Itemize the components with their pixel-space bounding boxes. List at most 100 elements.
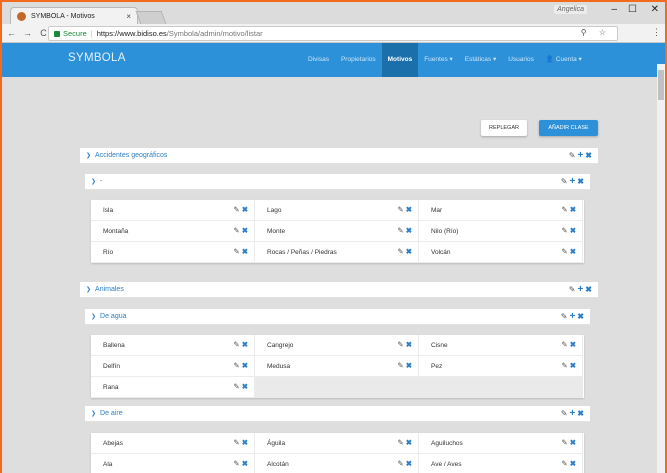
delete-icon[interactable]: ✖ [585, 285, 592, 294]
subgroup-header[interactable]: ❯ De aire ✎ + ✖ [85, 406, 590, 422]
edit-icon[interactable]: ✎ [397, 460, 403, 468]
list-item[interactable]: Águila ✎ ✖ [255, 433, 419, 454]
delete-icon[interactable]: ✖ [242, 227, 248, 235]
edit-icon[interactable]: ✎ [397, 341, 403, 349]
edit-icon[interactable]: ✎ [561, 362, 567, 370]
delete-icon[interactable]: ✖ [406, 439, 412, 447]
delete-icon[interactable]: ✖ [570, 341, 576, 349]
delete-icon[interactable]: ✖ [242, 248, 248, 256]
tab-close-icon[interactable]: × [126, 12, 131, 21]
edit-icon[interactable]: ✎ [561, 409, 568, 418]
list-item[interactable]: Ballena ✎ ✖ [91, 335, 255, 356]
list-item[interactable]: Aguiluchos ✎ ✖ [419, 433, 583, 454]
chevron-down-icon[interactable]: ❯ [86, 152, 91, 159]
chevron-down-icon[interactable]: ❯ [91, 313, 96, 320]
list-item[interactable]: Mar ✎ ✖ [419, 200, 583, 221]
delete-icon[interactable]: ✖ [242, 460, 248, 468]
add-icon[interactable]: + [569, 176, 575, 186]
list-item[interactable]: Lago ✎ ✖ [255, 200, 419, 221]
list-item[interactable]: Ave / Aves ✎ ✖ [419, 454, 583, 473]
delete-icon[interactable]: ✖ [242, 439, 248, 447]
edit-icon[interactable]: ✎ [397, 248, 403, 256]
delete-icon[interactable]: ✖ [570, 248, 576, 256]
edit-icon[interactable]: ✎ [397, 362, 403, 370]
new-tab-button[interactable] [135, 11, 167, 24]
edit-icon[interactable]: ✎ [233, 362, 239, 370]
forward-arrow-icon[interactable]: → [21, 28, 34, 38]
delete-icon[interactable]: ✖ [570, 439, 576, 447]
browser-tab[interactable]: SYMBOLA - Motivos × [10, 7, 138, 24]
group-header[interactable]: ❯ Animales ✎ + ✖ [80, 282, 598, 298]
back-arrow-icon[interactable]: ← [5, 28, 18, 38]
delete-icon[interactable]: ✖ [570, 460, 576, 468]
edit-icon[interactable]: ✎ [561, 227, 567, 235]
edit-icon[interactable]: ✎ [561, 312, 568, 321]
replegar-button[interactable]: REPLEGAR [481, 120, 527, 136]
nav-link[interactable]: Motivos [381, 43, 419, 77]
delete-icon[interactable]: ✖ [406, 341, 412, 349]
add-icon[interactable]: + [577, 150, 583, 160]
list-item[interactable]: Medusa ✎ ✖ [255, 356, 419, 377]
edit-icon[interactable]: ✎ [561, 341, 567, 349]
chevron-down-icon[interactable]: ❯ [91, 410, 96, 417]
delete-icon[interactable]: ✖ [577, 409, 584, 418]
delete-icon[interactable]: ✖ [242, 341, 248, 349]
add-icon[interactable]: + [577, 284, 583, 294]
delete-icon[interactable]: ✖ [406, 227, 412, 235]
add-class-button[interactable]: AÑADIR CLASE [539, 120, 598, 136]
brand-logo[interactable]: SYMBOLA [68, 52, 126, 64]
page-scrollbar[interactable] [657, 64, 665, 473]
list-item[interactable]: Cisne ✎ ✖ [419, 335, 583, 356]
nav-link[interactable]: Fuentes ▾ [418, 43, 459, 77]
edit-icon[interactable]: ✎ [233, 227, 239, 235]
list-item[interactable]: Abejas ✎ ✖ [91, 433, 255, 454]
edit-icon[interactable]: ✎ [561, 460, 567, 468]
close-window-button[interactable]: ✕ [651, 4, 659, 15]
list-item[interactable]: Delfín ✎ ✖ [91, 356, 255, 377]
chevron-down-icon[interactable]: ❯ [86, 286, 91, 293]
edit-icon[interactable]: ✎ [397, 206, 403, 214]
delete-icon[interactable]: ✖ [570, 362, 576, 370]
edit-icon[interactable]: ✎ [233, 460, 239, 468]
delete-icon[interactable]: ✖ [577, 177, 584, 186]
edit-icon[interactable]: ✎ [561, 439, 567, 447]
list-item[interactable]: Monte ✎ ✖ [255, 221, 419, 242]
list-item[interactable]: Nilo (Río) ✎ ✖ [419, 221, 583, 242]
nav-link[interactable]: Estáticas ▾ [459, 43, 502, 77]
list-item[interactable]: Montaña ✎ ✖ [91, 221, 255, 242]
edit-icon[interactable]: ✎ [569, 285, 576, 294]
list-item[interactable]: Pez ✎ ✖ [419, 356, 583, 377]
chevron-down-icon[interactable]: ❯ [91, 178, 96, 185]
subgroup-header[interactable]: ❯ De agua ✎ + ✖ [85, 309, 590, 325]
delete-icon[interactable]: ✖ [242, 383, 248, 391]
edit-icon[interactable]: ✎ [233, 383, 239, 391]
edit-icon[interactable]: ✎ [233, 439, 239, 447]
browser-menu-icon[interactable]: ⋮ [652, 27, 661, 38]
nav-link[interactable]: Propietarios [335, 43, 382, 77]
list-item[interactable]: Cangrejo ✎ ✖ [255, 335, 419, 356]
minimize-button[interactable]: – [611, 4, 617, 15]
delete-icon[interactable]: ✖ [242, 206, 248, 214]
list-item[interactable]: Rana ✎ ✖ [91, 377, 255, 398]
delete-icon[interactable]: ✖ [406, 362, 412, 370]
edit-icon[interactable]: ✎ [233, 341, 239, 349]
list-item[interactable]: Ala ✎ ✖ [91, 454, 255, 473]
delete-icon[interactable]: ✖ [242, 362, 248, 370]
nav-link[interactable]: 👤 Cuenta ▾ [540, 43, 588, 77]
add-icon[interactable]: + [569, 408, 575, 418]
zoom-bookmark-icons[interactable]: ⚲ ☆ [581, 28, 611, 37]
nav-link[interactable]: Usuarios [502, 43, 540, 77]
delete-icon[interactable]: ✖ [570, 227, 576, 235]
subgroup-header[interactable]: ❯ - ✎ + ✖ [85, 174, 590, 190]
edit-icon[interactable]: ✎ [233, 206, 239, 214]
delete-icon[interactable]: ✖ [585, 151, 592, 160]
scrollbar-thumb[interactable] [658, 70, 664, 100]
nav-link[interactable]: Divisas [302, 43, 335, 77]
list-item[interactable]: Volcán ✎ ✖ [419, 242, 583, 263]
maximize-button[interactable]: ☐ [628, 4, 637, 15]
list-item[interactable]: Alcotán ✎ ✖ [255, 454, 419, 473]
delete-icon[interactable]: ✖ [406, 460, 412, 468]
edit-icon[interactable]: ✎ [397, 439, 403, 447]
edit-icon[interactable]: ✎ [397, 227, 403, 235]
edit-icon[interactable]: ✎ [569, 151, 576, 160]
